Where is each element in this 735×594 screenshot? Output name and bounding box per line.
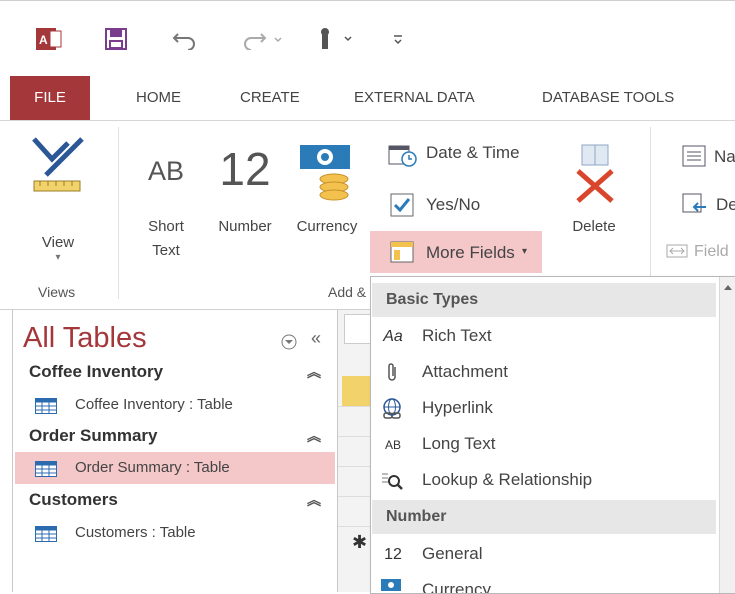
design-view-icon [32,137,84,192]
row-line [338,496,374,497]
shutter-bar-close-icon[interactable]: « [311,328,321,349]
yes-no-label: Yes/No [426,195,481,214]
nav-menu-icon[interactable] [281,334,297,350]
datasheet-area: ✱ [338,310,376,592]
yes-no-button[interactable]: Yes/No [384,189,540,221]
scroll-up-icon[interactable] [723,283,733,291]
more-fields-icon [390,241,414,263]
row-line [338,406,374,407]
default-value-button[interactable]: De [680,191,735,221]
name-caption-label: Na [714,147,735,166]
view-dropdown-arrow-icon: ▾ [55,252,61,263]
ribbon-separator [118,127,119,299]
short-text-label-1: Short [148,218,184,235]
checkbox-icon [390,193,414,217]
currency-icon [300,145,350,201]
undo-icon[interactable] [170,25,200,53]
more-fields-arrow-icon: ▾ [522,246,528,257]
name-caption-icon [682,145,706,167]
paperclip-icon [388,363,396,381]
menu-item-general[interactable]: 12 General [372,536,716,572]
date-time-button[interactable]: Date & Time [384,139,540,171]
collapse-chevron-icon: ︽ [307,492,321,508]
field-size-label: Field [694,243,729,260]
touch-mode-icon[interactable] [314,25,358,53]
nav-item-customers-table[interactable]: Customers : Table [15,517,335,549]
save-icon[interactable] [102,25,130,53]
dropdown-scrollbar[interactable] [719,277,735,593]
more-fields-dropdown: Basic Types Aa Rich Text Attachment Hype… [370,276,735,594]
menu-item-hyperlink[interactable]: Hyperlink [372,390,716,426]
short-text-icon: AB [147,156,185,186]
name-caption-button[interactable]: Na [680,143,735,173]
nav-item-coffee-inventory-table[interactable]: Coffee Inventory : Table [15,389,335,421]
section-header-number: Number [372,500,716,534]
ribbon-tabs: FILE HOME CREATE EXTERNAL DATA DATABASE … [0,76,735,121]
svg-text:A: A [39,33,48,47]
number-general-icon: 12 [384,546,402,563]
more-fields-label: More Fields [426,243,515,262]
date-time-label: Date & Time [426,143,520,162]
navigation-pane: All Tables « Coffee Inventory ︽ Coffee I… [12,310,338,592]
collapse-chevron-icon: ︽ [307,364,321,380]
currency-label: Currency [296,218,358,235]
table-icon [35,398,57,414]
delete-label: Delete [572,218,616,235]
new-record-marker-icon: ✱ [352,532,368,552]
short-text-button[interactable]: AB Short Text [136,137,196,267]
table-icon [35,461,57,477]
default-value-label: De [716,195,735,214]
tab-file[interactable]: FILE [10,76,90,120]
redo-icon[interactable] [240,25,286,53]
lookup-magnifier-icon [382,473,403,490]
menu-item-long-text[interactable]: AB Long Text [372,426,716,462]
menu-item-currency[interactable]: Currency [372,572,716,593]
menu-item-lookup-relationship[interactable]: Lookup & Relationship [372,462,716,498]
default-value-icon [682,193,706,213]
menu-item-attachment[interactable]: Attachment [372,354,716,390]
field-size-button: Field [664,237,735,267]
calendar-clock-icon [388,145,417,167]
delete-button[interactable]: Delete [564,137,624,247]
group-label-add-delete: Add & [328,284,367,300]
number-label: Number [218,218,272,235]
number-button[interactable]: 12 Number [206,137,284,247]
view-button[interactable]: View ▾ [28,137,88,263]
collapse-chevron-icon: ︽ [307,428,321,444]
row-line [338,526,374,527]
number-icon: 12 [219,143,271,195]
nav-item-order-summary-table[interactable]: Order Summary : Table [15,452,335,484]
rich-text-icon: Aa [383,328,403,345]
access-logo-icon: A [34,25,64,53]
table-icon [35,526,57,542]
row-line [338,466,374,467]
tab-database-tools[interactable]: DATABASE TOOLS [528,76,688,120]
currency-button[interactable]: Currency [286,137,368,247]
tab-create[interactable]: CREATE [226,76,314,120]
delete-field-icon [576,144,614,203]
nav-group-coffee-inventory[interactable]: Coffee Inventory ︽ [13,358,335,386]
group-label-views: Views [38,284,76,300]
hyperlink-globe-icon [383,398,401,419]
quick-access-toolbar: A [0,0,735,77]
tab-home[interactable]: HOME [122,76,195,120]
tab-external-data[interactable]: EXTERNAL DATA [340,76,489,120]
ribbon-separator [650,127,651,299]
field-size-icon [666,244,688,258]
customize-qat-icon[interactable] [388,25,408,53]
long-text-icon: AB [384,438,401,452]
more-fields-button[interactable]: More Fields ▾ [370,231,542,273]
nav-group-order-summary[interactable]: Order Summary ︽ [13,422,335,450]
short-text-label-2: Text [152,242,180,259]
row-line [338,436,374,437]
nav-group-customers[interactable]: Customers ︽ [13,486,335,514]
section-header-basic-types: Basic Types [372,283,716,317]
menu-item-rich-text[interactable]: Aa Rich Text [372,318,716,354]
nav-title: All Tables [23,322,147,354]
